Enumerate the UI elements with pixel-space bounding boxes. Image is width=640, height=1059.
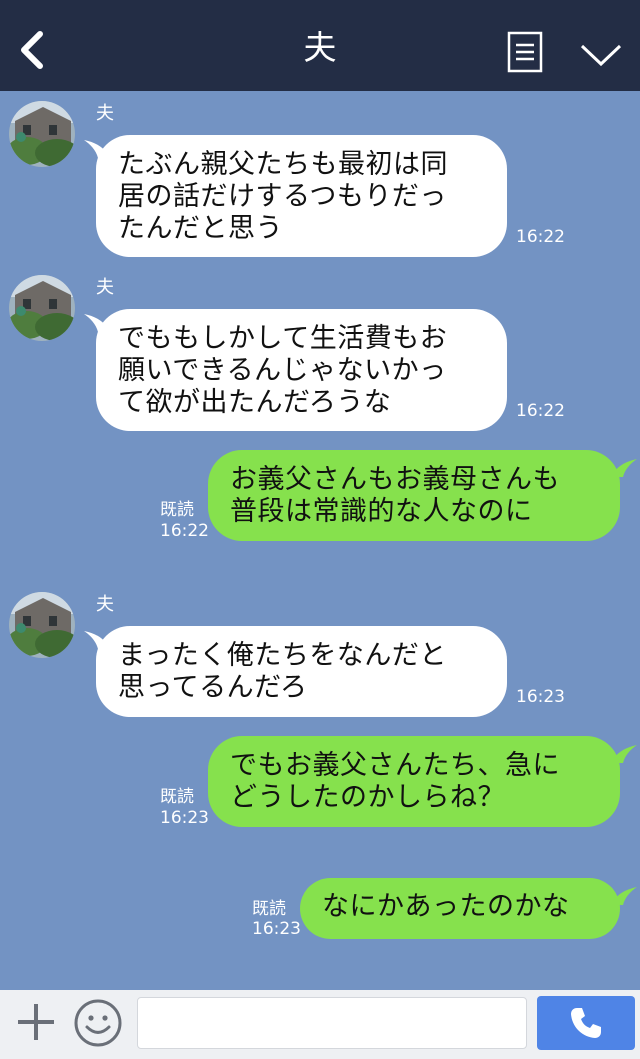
message-bubble[interactable]: お義父さんもお義母さんも 普段は常識的な人なのに xyxy=(208,450,620,541)
read-receipt: 既読 xyxy=(252,899,286,919)
chat-title: 夫 xyxy=(303,28,337,67)
plus-icon[interactable] xyxy=(14,1000,58,1044)
message-bubble[interactable]: まったく俺たちをなんだと 思ってるんだろ xyxy=(96,626,507,717)
message-time: 16:22 xyxy=(160,521,209,541)
read-receipt: 既読 xyxy=(160,500,194,520)
menu-list-icon[interactable] xyxy=(507,31,543,73)
message-input[interactable] xyxy=(137,997,527,1049)
message-bubble[interactable]: でもお義父さんたち、急に どうしたのかしらね？ xyxy=(208,736,620,827)
message-time: 16:22 xyxy=(516,227,565,247)
sender-name: 夫 xyxy=(96,594,114,615)
message-bubble[interactable]: なにかあったのかな xyxy=(300,878,620,939)
avatar[interactable] xyxy=(9,275,75,341)
chevron-down-icon[interactable] xyxy=(580,42,622,68)
message-time: 16:22 xyxy=(516,401,565,421)
chat-header: 夫 xyxy=(0,0,640,91)
message-time: 16:23 xyxy=(252,919,301,939)
sender-name: 夫 xyxy=(96,103,114,124)
bubble-tail xyxy=(613,459,637,477)
call-button[interactable] xyxy=(537,996,635,1050)
avatar[interactable] xyxy=(9,101,75,167)
read-receipt: 既読 xyxy=(160,787,194,807)
message-time: 16:23 xyxy=(516,687,565,707)
message-bubble[interactable]: でももしかして生活費もお 願いできるんじゃないかっ て欲が出たんだろうな xyxy=(96,309,507,431)
sender-name: 夫 xyxy=(96,277,114,298)
message-time: 16:23 xyxy=(160,808,209,828)
smiley-icon[interactable] xyxy=(73,998,123,1048)
avatar[interactable] xyxy=(9,592,75,658)
bubble-tail xyxy=(613,887,637,905)
message-bubble[interactable]: たぶん親父たちも最初は同 居の話だけするつもりだっ たんだと思う xyxy=(96,135,507,257)
bubble-tail xyxy=(613,745,637,763)
phone-icon xyxy=(571,1008,601,1038)
